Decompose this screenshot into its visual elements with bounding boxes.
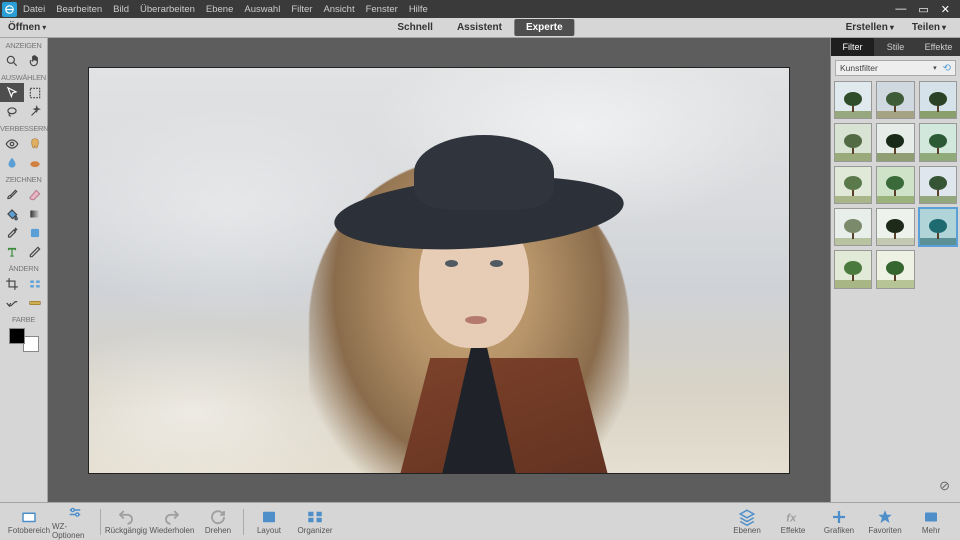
filter-thumb-4[interactable] (876, 123, 914, 161)
wand-tool[interactable] (24, 102, 48, 121)
crop-tool[interactable] (0, 274, 24, 293)
tab-effekte[interactable]: Effekte (917, 38, 960, 56)
move-tool[interactable] (0, 83, 24, 102)
redo-button[interactable]: Wiederholen (149, 504, 195, 540)
filter-thumb-5[interactable] (919, 123, 957, 161)
filter-thumb-13[interactable] (876, 250, 914, 288)
maximize-icon[interactable]: ▭ (918, 3, 928, 16)
filter-thumb-12[interactable] (834, 250, 872, 288)
mode-assistent[interactable]: Assistent (445, 19, 514, 36)
toolbox-section-select: AUSWÄHLEN (0, 70, 47, 83)
action-bar: Öffnen▾ Schnell Assistent Experte Erstel… (0, 18, 960, 38)
tab-stile[interactable]: Stile (874, 38, 917, 56)
menu-filter[interactable]: Filter (291, 4, 312, 15)
tool-options-button[interactable]: WZ-Optionen (52, 504, 98, 540)
background-color[interactable] (23, 336, 39, 352)
app-logo (2, 2, 17, 17)
favorites-button[interactable]: Favoriten (862, 504, 908, 540)
pencil-tool[interactable] (24, 242, 48, 261)
move-content-tool[interactable] (0, 293, 24, 312)
organizer-button[interactable]: Organizer (292, 504, 338, 540)
straighten-tool[interactable] (24, 293, 48, 312)
filter-thumb-11[interactable] (919, 208, 957, 246)
filter-thumb-8[interactable] (919, 166, 957, 204)
hand-tool[interactable] (24, 51, 48, 70)
create-button[interactable]: Erstellen▾ (838, 20, 902, 35)
filter-thumbnail-grid (831, 78, 960, 292)
canvas-area (48, 38, 830, 502)
lasso-tool[interactable] (0, 102, 24, 121)
menu-ansicht[interactable]: Ansicht (323, 4, 354, 15)
teeth-tool[interactable] (24, 134, 48, 153)
filter-thumb-0[interactable] (834, 81, 872, 119)
share-button[interactable]: Teilen▾ (904, 20, 954, 35)
toolbox-section-modify: ÄNDERN (0, 261, 47, 274)
photo-bin-button[interactable]: Fotobereich (6, 504, 52, 540)
filter-thumb-9[interactable] (834, 208, 872, 246)
svg-text:fx: fx (786, 513, 797, 525)
toolbox: ANZEIGEN AUSWÄHLEN VERBESSERN (0, 38, 48, 502)
toolbox-section-draw: ZEICHNEN (0, 172, 47, 185)
forbidden-icon: ⊘ (939, 478, 960, 502)
toolbox-section-view: ANZEIGEN (0, 38, 47, 51)
menu-bearbeiten[interactable]: Bearbeiten (56, 4, 102, 15)
document-canvas[interactable] (89, 68, 789, 473)
sponge-tool[interactable] (24, 153, 48, 172)
filter-thumb-7[interactable] (876, 166, 914, 204)
reset-icon[interactable]: ⟲ (943, 63, 951, 74)
menu-hilfe[interactable]: Hilfe (409, 4, 428, 15)
filter-thumb-1[interactable] (876, 81, 914, 119)
shape-tool[interactable] (24, 223, 48, 242)
menu-auswahl[interactable]: Auswahl (244, 4, 280, 15)
eyedrop-tool[interactable] (0, 223, 24, 242)
open-button[interactable]: Öffnen▾ (8, 22, 46, 33)
marquee-tool[interactable] (24, 83, 48, 102)
gradient-tool[interactable] (24, 204, 48, 223)
layout-button[interactable]: Layout (246, 504, 292, 540)
graphics-button[interactable]: Grafiken (816, 504, 862, 540)
menu-bar: Datei Bearbeiten Bild Überarbeiten Ebene… (0, 0, 960, 18)
brush-tool[interactable] (0, 185, 24, 204)
type-tool[interactable] (0, 242, 24, 261)
blur-tool[interactable] (0, 153, 24, 172)
recompose-tool[interactable] (24, 274, 48, 293)
filter-thumb-6[interactable] (834, 166, 872, 204)
effects-panel: Filter Stile Effekte Kunstfilter▾⟲ ⊘ (830, 38, 960, 502)
menu-fenster[interactable]: Fenster (366, 4, 398, 15)
more-button[interactable]: Mehr (908, 504, 954, 540)
layers-button[interactable]: Ebenen (724, 504, 770, 540)
eye-tool[interactable] (0, 134, 24, 153)
mode-switch: Schnell Assistent Experte (385, 19, 574, 36)
bucket-tool[interactable] (0, 204, 24, 223)
close-icon[interactable]: ✕ (941, 3, 950, 16)
effects-button[interactable]: fxEffekte (770, 504, 816, 540)
filter-category-dropdown[interactable]: Kunstfilter▾⟲ (835, 60, 956, 76)
toolbox-section-enhance: VERBESSERN (0, 121, 47, 134)
filter-thumb-3[interactable] (834, 123, 872, 161)
mode-experte[interactable]: Experte (514, 19, 575, 36)
menu-bild[interactable]: Bild (113, 4, 129, 15)
menu-ueberarbeiten[interactable]: Überarbeiten (140, 4, 195, 15)
filter-thumb-10[interactable] (876, 208, 914, 246)
minimize-icon[interactable]: — (895, 3, 906, 16)
menu-ebene[interactable]: Ebene (206, 4, 233, 15)
rotate-button[interactable]: Drehen (195, 504, 241, 540)
menu-datei[interactable]: Datei (23, 4, 45, 15)
zoom-tool[interactable] (0, 51, 24, 70)
foreground-color[interactable] (9, 328, 25, 344)
tab-filter[interactable]: Filter (831, 38, 874, 56)
filter-thumb-2[interactable] (919, 81, 957, 119)
undo-button[interactable]: Rückgängig (103, 504, 149, 540)
mode-schnell[interactable]: Schnell (385, 19, 445, 36)
bottom-bar: Fotobereich WZ-Optionen Rückgängig Wiede… (0, 502, 960, 540)
toolbox-section-color: FARBE (0, 312, 47, 325)
eraser-tool[interactable] (24, 185, 48, 204)
color-swatch[interactable] (9, 328, 39, 352)
